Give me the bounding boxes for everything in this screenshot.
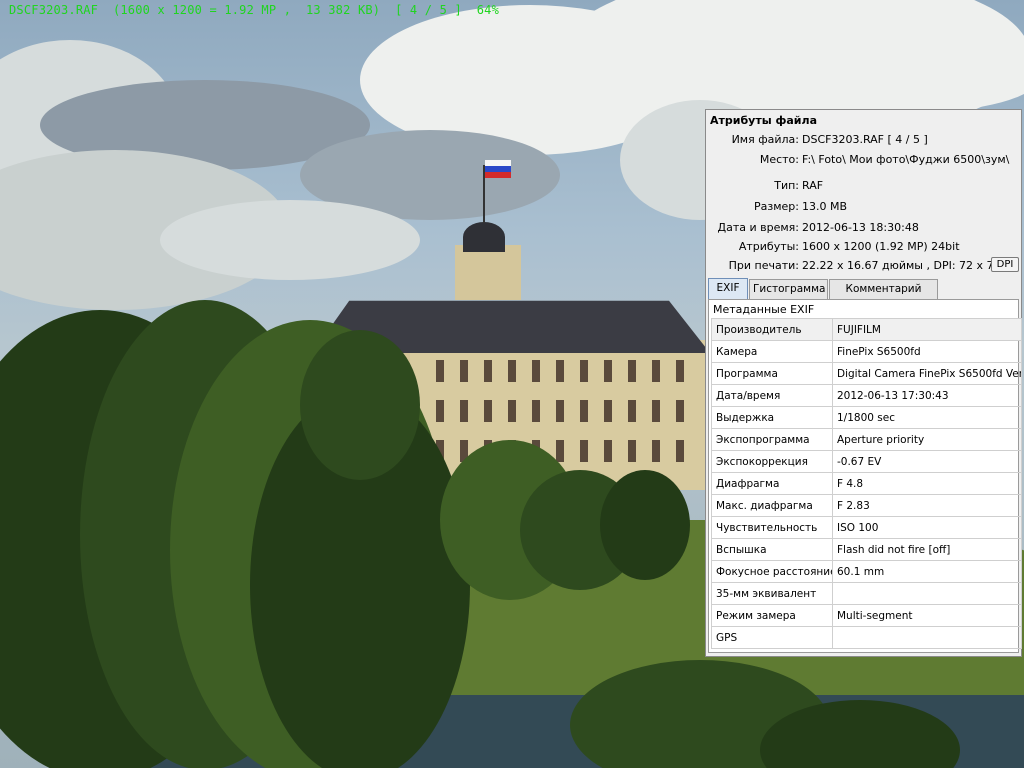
attr-row-filename: Имя файла: DSCF3203.RAF [ 4 / 5 ]	[706, 133, 1021, 149]
exif-row[interactable]: Программа Digital Camera FinePix S6500fd …	[711, 362, 1022, 385]
exif-key: Программа	[711, 362, 833, 385]
tab-histogram[interactable]: Гистограмма	[749, 279, 828, 299]
exif-key: 35-мм эквивалент	[711, 582, 833, 605]
attr-label: Атрибуты:	[738, 240, 799, 253]
exif-row[interactable]: Режим замера Multi-segment	[711, 604, 1022, 627]
attr-label: Место:	[759, 153, 799, 166]
attr-label: Размер:	[754, 200, 799, 213]
exif-table: Производитель FUJIFILM Камера FinePix S6500…	[711, 318, 1022, 649]
attr-row-type: Тип: RAF	[706, 179, 1021, 195]
exif-key: Фокусное расстояние	[711, 560, 833, 583]
exif-value: 60.1 mm	[832, 560, 1022, 583]
exif-value	[832, 582, 1022, 605]
exif-row[interactable]: Макс. диафрагма F 2.83	[711, 494, 1022, 517]
russian-flag	[485, 160, 511, 178]
exif-row[interactable]: Дата/время 2012-06-13 17:30:43	[711, 384, 1022, 407]
exif-key: Выдержка	[711, 406, 833, 429]
exif-value: 2012-06-13 17:30:43	[832, 384, 1022, 407]
exif-value: FinePix S6500fd	[832, 340, 1022, 363]
exif-value: -0.67 EV	[832, 450, 1022, 473]
tab-exif[interactable]: EXIF	[708, 278, 748, 300]
palace-tower	[455, 245, 521, 300]
exif-row[interactable]: Диафрагма F 4.8	[711, 472, 1022, 495]
exif-row[interactable]: Вспышка Flash did not fire [off]	[711, 538, 1022, 561]
exif-key: Чувствительность	[711, 516, 833, 539]
attr-value: F:\ Foto\ Мои фото\Фуджи 6500\зум\	[802, 153, 1010, 166]
exif-row[interactable]: Производитель FUJIFILM	[711, 318, 1022, 341]
attr-row-size: Размер: 13.0 MB	[706, 200, 1021, 216]
exif-key: Макс. диафрагма	[711, 494, 833, 517]
exif-key: Диафрагма	[711, 472, 833, 495]
attr-label: При печати:	[728, 259, 799, 272]
exif-value: F 4.8	[832, 472, 1022, 495]
palace-windows	[420, 440, 700, 462]
exif-value: ISO 100	[832, 516, 1022, 539]
exif-value: Flash did not fire [off]	[832, 538, 1022, 561]
attr-row-print: При печати: 22.22 x 16.67 дюймы , DPI: 7…	[706, 259, 1021, 275]
exif-row[interactable]: Экспокоррекция -0.67 EV	[711, 450, 1022, 473]
attr-label: Дата и время:	[717, 221, 799, 234]
exif-key: Экспокоррекция	[711, 450, 833, 473]
exif-key: GPS	[711, 626, 833, 649]
exif-value: 1/1800 sec	[832, 406, 1022, 429]
exif-key: Экспопрограмма	[711, 428, 833, 451]
exif-key: Камера	[711, 340, 833, 363]
exif-key: Производитель	[711, 318, 833, 341]
attr-value: RAF	[802, 179, 824, 192]
exif-row[interactable]: GPS	[711, 626, 1022, 649]
exif-row[interactable]: Экспопрограмма Aperture priority	[711, 428, 1022, 451]
palace-dome	[463, 222, 505, 252]
exif-value: Multi-segment	[832, 604, 1022, 627]
exif-tab-panel: Метаданные EXIF Производитель FUJIFILM Кам…	[708, 299, 1022, 653]
panel-title: Атрибуты файла	[710, 114, 817, 127]
dpi-button[interactable]: DPI	[991, 257, 1019, 272]
exif-value	[832, 626, 1022, 649]
exif-row[interactable]: Чувствительность ISO 100	[711, 516, 1022, 539]
attr-row-attributes: Атрибуты: 1600 x 1200 (1.92 MP) 24bit	[706, 240, 1021, 256]
attr-value: 1600 x 1200 (1.92 MP) 24bit	[802, 240, 960, 253]
attr-value: 2012-06-13 18:30:48	[802, 221, 919, 234]
exif-key: Вспышка	[711, 538, 833, 561]
exif-row[interactable]: Выдержка 1/1800 sec	[711, 406, 1022, 429]
attr-value: 22.22 x 16.67 дюймы , DPI: 72 x 72	[802, 259, 1001, 272]
exif-value: Aperture priority	[832, 428, 1022, 451]
tab-jpeg-comment[interactable]: Комментарий JPEG	[829, 279, 938, 313]
palace-windows	[420, 360, 700, 382]
cloud	[160, 200, 420, 280]
image-info-title: DSCF3203.RAF (1600 x 1200 = 1.92 MP , 13…	[9, 3, 500, 17]
file-attributes-panel: Атрибуты файла Имя файла: DSCF3203.RAF […	[705, 109, 1022, 657]
exif-key: Режим замера	[711, 604, 833, 627]
palace-windows	[420, 400, 700, 422]
tree	[300, 330, 420, 480]
tree	[600, 470, 690, 580]
attr-row-datetime: Дата и время: 2012-06-13 18:30:48	[706, 221, 1021, 237]
exif-value: FUJIFILM	[832, 318, 1022, 341]
exif-value: F 2.83	[832, 494, 1022, 517]
attr-row-location: Место: F:\ Foto\ Мои фото\Фуджи 6500\зум…	[706, 153, 1021, 169]
panel-tabs: EXIF Гистограмма Комментарий JPEG	[708, 278, 1019, 313]
attr-value: DSCF3203.RAF [ 4 / 5 ]	[802, 133, 928, 146]
exif-row[interactable]: Камера FinePix S6500fd	[711, 340, 1022, 363]
exif-row[interactable]: 35-мм эквивалент	[711, 582, 1022, 605]
exif-key: Дата/время	[711, 384, 833, 407]
exif-value: Digital Camera FinePix S6500fd Ver1	[832, 362, 1022, 385]
attr-label: Имя файла:	[731, 133, 799, 146]
exif-row[interactable]: Фокусное расстояние 60.1 mm	[711, 560, 1022, 583]
attr-value: 13.0 MB	[802, 200, 848, 213]
exif-header: Метаданные EXIF	[713, 303, 815, 316]
attr-label: Тип:	[774, 179, 799, 192]
